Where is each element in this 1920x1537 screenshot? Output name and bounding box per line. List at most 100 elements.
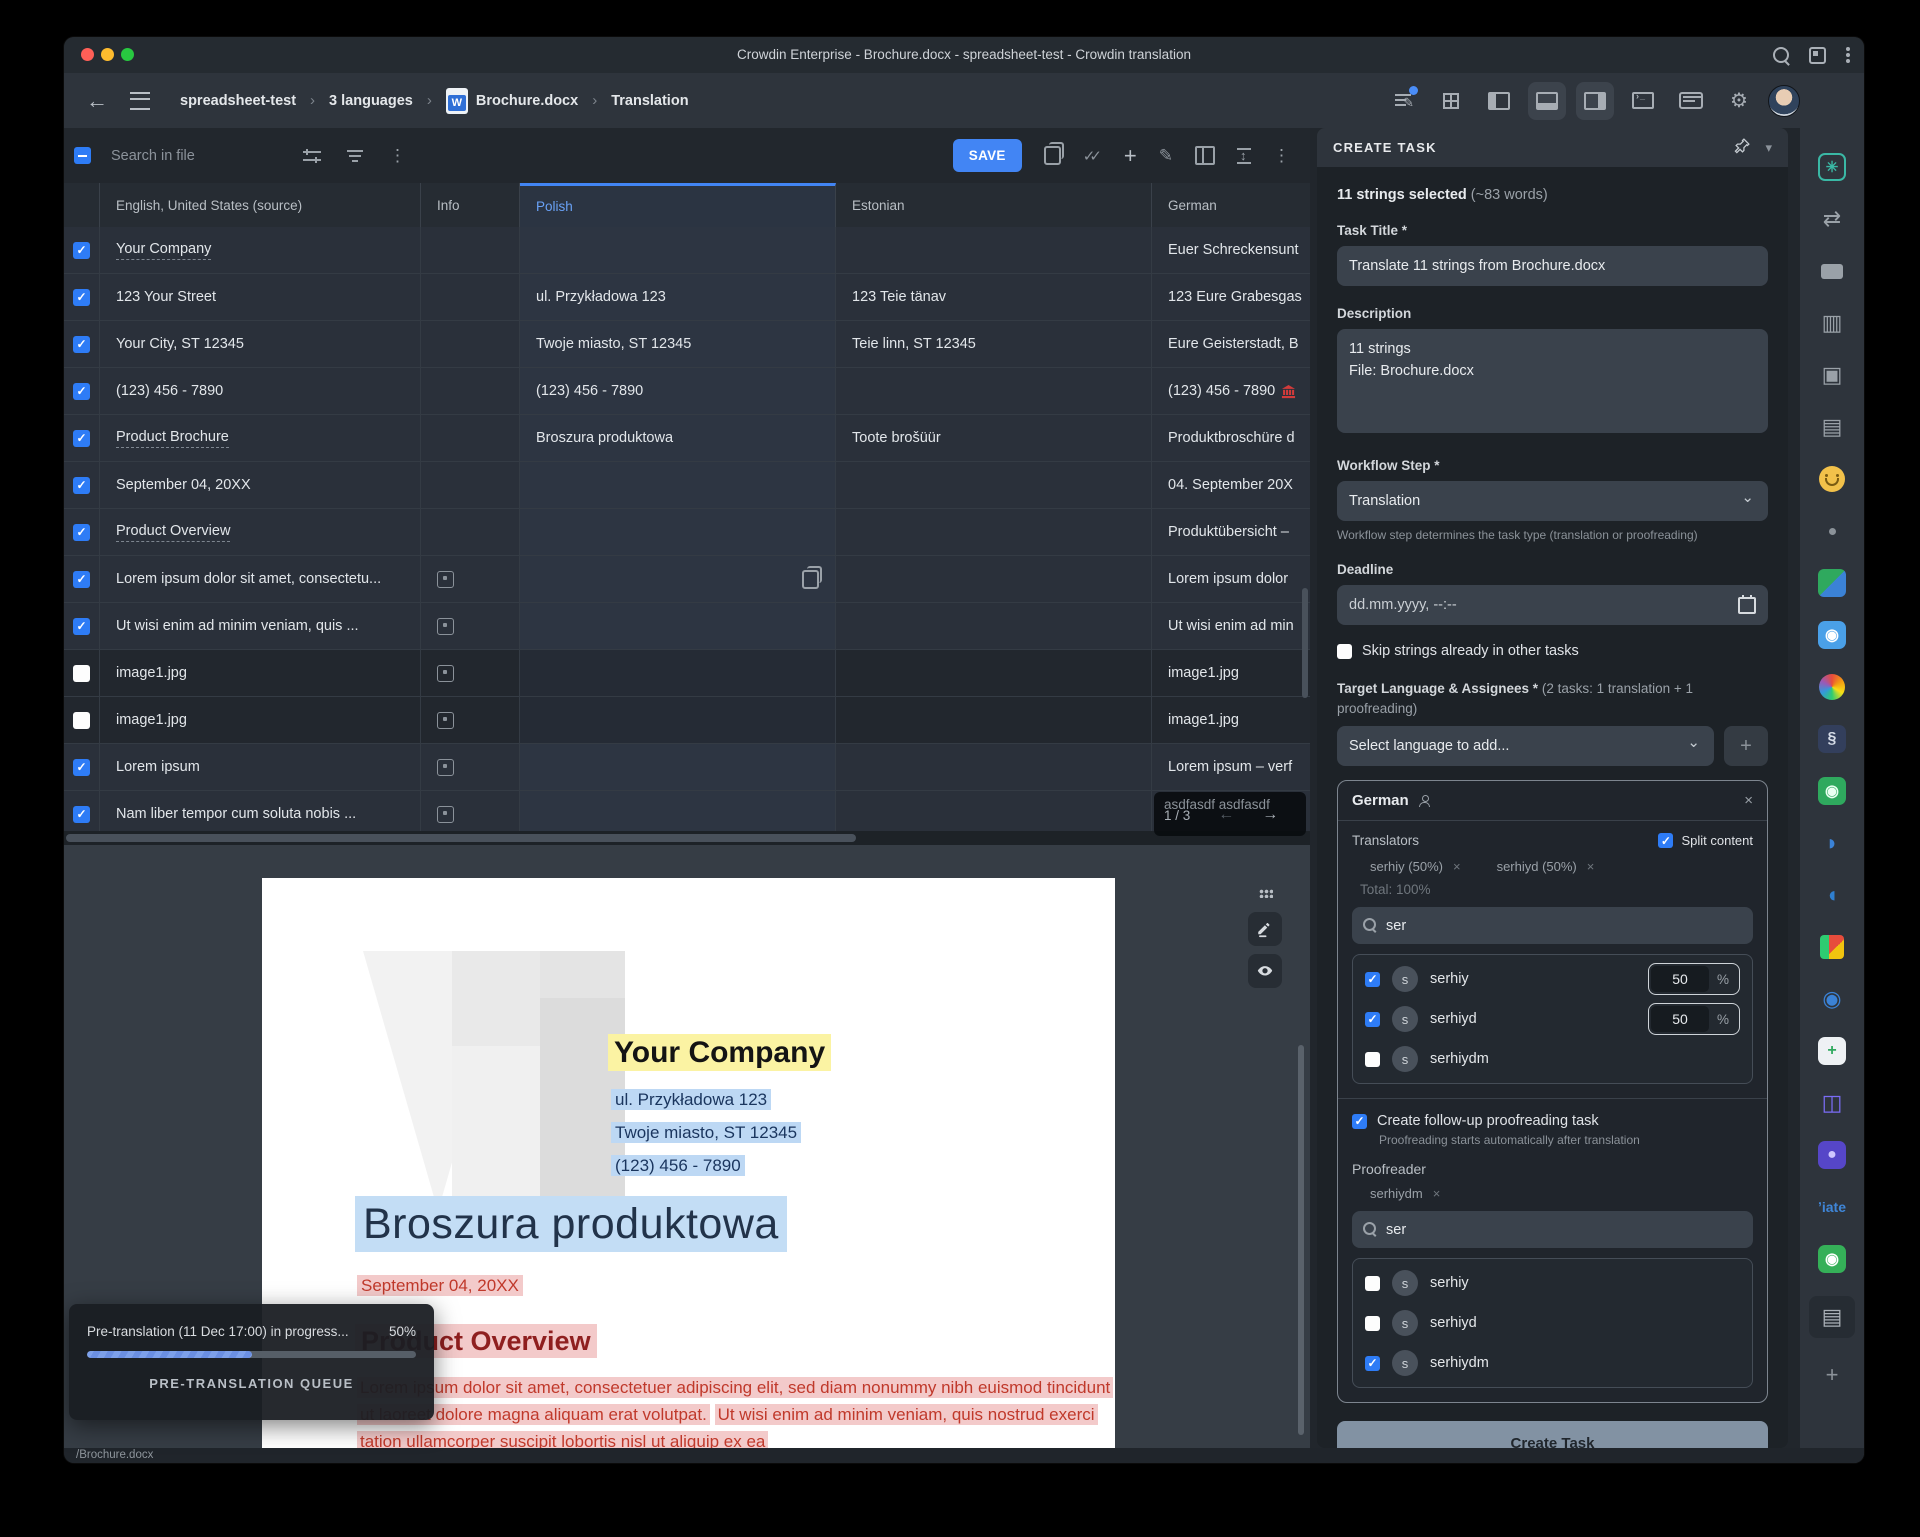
- save-button[interactable]: SAVE: [953, 139, 1022, 172]
- context-icon[interactable]: [437, 618, 454, 635]
- chip-remove-icon[interactable]: ×: [1587, 859, 1595, 874]
- smiley-icon[interactable]: [1812, 464, 1852, 494]
- estonian-cell[interactable]: [836, 509, 1152, 555]
- tasks-list-button[interactable]: [1384, 82, 1422, 120]
- user-checkbox[interactable]: [1365, 972, 1380, 987]
- context-icon[interactable]: [437, 665, 454, 682]
- horizontal-scrollbar[interactable]: [64, 831, 1310, 845]
- table-row[interactable]: Your City, ST 12345Twoje miasto, ST 1234…: [64, 321, 1310, 368]
- select-all-checkbox[interactable]: [74, 147, 91, 164]
- row-checkbox[interactable]: [73, 806, 90, 823]
- estonian-cell[interactable]: Teie linn, ST 12345: [836, 321, 1152, 367]
- copy-source-icon[interactable]: [802, 570, 819, 589]
- polish-cell[interactable]: [520, 603, 836, 649]
- settings-sliders-icon[interactable]: [303, 149, 321, 163]
- row-checkbox[interactable]: [73, 712, 90, 729]
- source-cell[interactable]: image1.jpg: [100, 697, 421, 743]
- green-badge-icon[interactable]: ◉: [1812, 1244, 1852, 1274]
- source-cell[interactable]: September 04, 20XX: [100, 462, 421, 508]
- grid-view-button[interactable]: [1432, 82, 1470, 120]
- pager-next-icon[interactable]: →: [1262, 806, 1278, 824]
- german-cell[interactable]: (123) 456 - 7890: [1152, 368, 1310, 414]
- polish-cell[interactable]: [520, 697, 836, 743]
- polish-cell[interactable]: [520, 744, 836, 790]
- row-checkbox[interactable]: [73, 665, 90, 682]
- remove-language-icon[interactable]: ×: [1744, 792, 1753, 809]
- estonian-cell[interactable]: [836, 697, 1152, 743]
- row-checkbox[interactable]: [73, 571, 90, 588]
- estonian-cell[interactable]: 123 Teie tänav: [836, 274, 1152, 320]
- german-cell[interactable]: Produktübersicht –: [1152, 509, 1310, 555]
- user-option-row[interactable]: sserhiy: [1365, 1263, 1740, 1303]
- column-header-estonian[interactable]: Estonian: [836, 183, 1152, 227]
- source-cell[interactable]: Lorem ipsum dolor sit amet, consectetu..…: [100, 556, 421, 602]
- row-checkbox[interactable]: [73, 336, 90, 353]
- context-icon[interactable]: [437, 759, 454, 776]
- menu-icon[interactable]: [130, 92, 150, 110]
- estonian-cell[interactable]: [836, 556, 1152, 602]
- source-cell[interactable]: 123 Your Street: [100, 274, 421, 320]
- german-cell[interactable]: 123 Eure Grabesgas: [1152, 274, 1310, 320]
- followup-proofreading-checkbox[interactable]: [1352, 1114, 1367, 1129]
- row-checkbox[interactable]: [73, 759, 90, 776]
- polish-cell[interactable]: [520, 650, 836, 696]
- table-row[interactable]: (123) 456 - 7890 (123) 456 - 7890 (123) 45…: [64, 368, 1310, 415]
- polish-cell[interactable]: Twoje miasto, ST 12345: [520, 321, 836, 367]
- polish-cell[interactable]: Broszura produktowa: [520, 415, 836, 461]
- pager-prev-icon[interactable]: ←: [1218, 806, 1234, 824]
- color-wheel-icon[interactable]: [1812, 672, 1852, 702]
- context-icon[interactable]: [437, 571, 454, 588]
- german-cell[interactable]: 04. September 20X: [1152, 462, 1310, 508]
- german-cell[interactable]: Lorem ipsum dolor: [1152, 556, 1310, 602]
- german-cell[interactable]: asdfasdf asdfasdf1 / 3←→: [1152, 791, 1310, 837]
- estonian-cell[interactable]: [836, 227, 1152, 273]
- source-cell[interactable]: (123) 456 - 7890: [100, 368, 421, 414]
- estonian-cell[interactable]: [836, 368, 1152, 414]
- estonian-cell[interactable]: [836, 744, 1152, 790]
- column-header-polish[interactable]: Polish: [520, 183, 836, 227]
- green-eye-app-icon[interactable]: ◉: [1812, 776, 1852, 806]
- cube-icon[interactable]: [1812, 932, 1852, 962]
- settings-button[interactable]: ⚙: [1720, 82, 1758, 120]
- breadcrumb-file[interactable]: Brochure.docx: [446, 88, 578, 114]
- library-icon[interactable]: ▣: [1812, 360, 1852, 390]
- table-row[interactable]: image1.jpgimage1.jpg: [64, 650, 1310, 697]
- estonian-cell[interactable]: [836, 462, 1152, 508]
- german-cell[interactable]: Eure Geisterstadt, B: [1152, 321, 1310, 367]
- german-cell[interactable]: Lorem ipsum – verf: [1152, 744, 1310, 790]
- user-checkbox[interactable]: [1365, 1276, 1380, 1291]
- percent-input[interactable]: [1651, 966, 1709, 992]
- percent-input[interactable]: [1651, 1006, 1709, 1032]
- expand-rows-icon[interactable]: [1237, 148, 1251, 164]
- polish-cell[interactable]: [520, 462, 836, 508]
- back-icon[interactable]: ←: [86, 90, 108, 112]
- scrollbar-thumb[interactable]: [66, 834, 856, 842]
- toolbar-menu-icon[interactable]: ⋮: [1273, 146, 1290, 166]
- doc-add-icon[interactable]: +: [1812, 1036, 1852, 1066]
- browser-menu-icon[interactable]: [1846, 47, 1850, 63]
- row-checkbox[interactable]: [73, 289, 90, 306]
- row-checkbox[interactable]: [73, 477, 90, 494]
- user-option-row[interactable]: sserhiy%: [1365, 959, 1740, 999]
- translate-icon[interactable]: ⇄: [1812, 204, 1852, 234]
- source-cell[interactable]: image1.jpg: [100, 650, 421, 696]
- table-row[interactable]: Product OverviewProduktübersicht –: [64, 509, 1310, 556]
- polish-cell[interactable]: [520, 509, 836, 555]
- task-title-input[interactable]: [1337, 246, 1768, 286]
- row-checkbox[interactable]: [73, 618, 90, 635]
- search-input[interactable]: [109, 147, 263, 165]
- estonian-cell[interactable]: Toote brošüür: [836, 415, 1152, 461]
- breadcrumb-project[interactable]: spreadsheet-test: [180, 93, 296, 109]
- doc-info-icon[interactable]: ▤: [1812, 412, 1852, 442]
- table-row[interactable]: 123 Your Streetul. Przykładowa 123123 Te…: [64, 274, 1310, 321]
- user-option-row[interactable]: sserhiydm: [1365, 1343, 1740, 1383]
- user-option-row[interactable]: sserhiyd: [1365, 1303, 1740, 1343]
- polish-cell[interactable]: (123) 456 - 7890: [520, 368, 836, 414]
- add-string-icon[interactable]: +: [1124, 143, 1137, 169]
- german-cell[interactable]: Euer Schreckensunt: [1152, 227, 1310, 273]
- polish-cell[interactable]: [520, 556, 836, 602]
- skip-strings-checkbox[interactable]: [1337, 644, 1352, 659]
- preview-visibility-button[interactable]: [1248, 954, 1282, 988]
- calendar-icon[interactable]: [1738, 597, 1756, 614]
- user-avatar[interactable]: [1768, 85, 1800, 117]
